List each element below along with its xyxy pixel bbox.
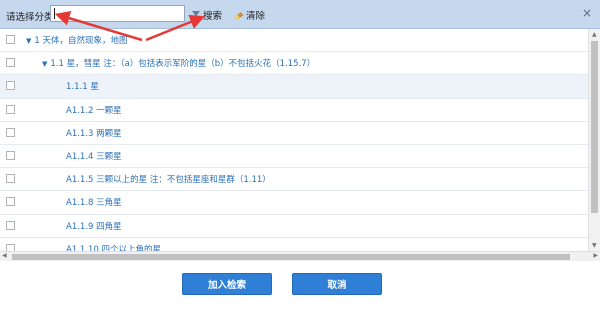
tree-node-label[interactable]: A1.1.4 三颗星 <box>66 150 122 162</box>
clear-button-label: 清除 <box>246 11 266 22</box>
row-checkbox[interactable] <box>6 174 15 184</box>
search-button-label: 搜索 <box>203 11 223 22</box>
scroll-down-icon[interactable]: ▼ <box>592 242 597 249</box>
row-checkbox[interactable] <box>6 243 15 251</box>
triangle-down-icon[interactable]: ▼ <box>26 37 31 45</box>
tree-node-text: 1 天体，自然现象，地图 <box>34 36 128 46</box>
category-tree: ▼ 1 天体，自然现象，地图 ▼ 1.1 星，彗星 注：（a）包括表示军阶的星（b）不… <box>0 29 588 251</box>
row-checkbox[interactable] <box>6 104 15 114</box>
filter-header: 请选择分类 搜索 清除 × <box>0 0 600 29</box>
row-checkbox[interactable] <box>6 150 15 160</box>
row-checkbox[interactable] <box>6 81 15 91</box>
category-search-input[interactable] <box>50 5 185 22</box>
search-button[interactable]: 搜索 <box>191 8 222 22</box>
tree-node-text: A1.1.4 三颗星 <box>66 151 122 162</box>
tree-node-text: A1.1.8 三角星 <box>66 198 122 209</box>
tree-node-text: A1.1.3 两颗星 <box>66 128 122 139</box>
tree-row[interactable]: A1.1.5 三颗以上的星 注：不包括星座和星群（1.11） <box>0 168 588 192</box>
row-checkbox[interactable] <box>6 35 15 44</box>
cancel-button[interactable]: 取消 <box>292 273 382 295</box>
tree-row[interactable]: A1.1.2 一颗星 <box>0 99 588 122</box>
tree-node-label[interactable]: A1.1.9 四角星 <box>66 220 122 232</box>
tree-node-text: 1.1.1 星 <box>66 82 99 93</box>
tree-row[interactable]: A1.1.10 四个以上角的星 <box>0 238 588 251</box>
funnel-icon <box>192 11 200 19</box>
tree-row[interactable]: ▼ 1.1 星，彗星 注：（a）包括表示军阶的星（b）不包括火花（1.15.7） <box>0 52 588 76</box>
tree-node-label[interactable]: A1.1.2 一颗星 <box>66 104 122 116</box>
tree-node-label[interactable]: ▼ 1 天体，自然现象，地图 <box>26 34 128 46</box>
tree-node-label[interactable]: A1.1.10 四个以上角的星 <box>66 243 161 251</box>
eraser-icon <box>234 12 244 20</box>
tree-row[interactable]: A1.1.9 四角星 <box>0 215 588 238</box>
tree-node-text: A1.1.9 四角星 <box>66 221 122 232</box>
close-icon[interactable]: × <box>582 6 592 20</box>
text-cursor <box>54 8 55 19</box>
vertical-scroll-thumb[interactable] <box>591 41 598 213</box>
scroll-left-icon[interactable]: ◀ <box>2 252 7 259</box>
horizontal-scroll-thumb[interactable] <box>12 254 570 260</box>
tree-node-label[interactable]: 1.1.1 星 <box>66 80 99 92</box>
row-checkbox[interactable] <box>6 220 15 230</box>
horizontal-scrollbar[interactable]: ◀ ▶ <box>0 251 600 261</box>
add-to-search-button[interactable]: 加入检索 <box>182 273 272 295</box>
tree-node-text: A1.1.5 三颗以上的星 注：不包括星座和星群（1.11） <box>66 175 271 186</box>
row-checkbox[interactable] <box>6 58 15 68</box>
tree-node-text: 1.1 星，彗星 注：（a）包括表示军阶的星（b）不包括火花（1.15.7） <box>50 59 316 70</box>
vertical-scrollbar[interactable]: ▲ ▼ <box>588 29 600 251</box>
clear-button[interactable]: 清除 <box>234 8 265 22</box>
triangle-down-icon[interactable]: ▼ <box>42 60 47 68</box>
tree-node-label[interactable]: A1.1.3 两颗星 <box>66 127 122 139</box>
tree-node-label[interactable]: ▼ 1.1 星，彗星 注：（a）包括表示军阶的星（b）不包括火花（1.15.7） <box>42 57 315 69</box>
tree-row[interactable]: A1.1.8 三角星 <box>0 191 588 215</box>
tree-row[interactable]: A1.1.3 两颗星 <box>0 122 588 145</box>
tree-node-label[interactable]: A1.1.5 三颗以上的星 注：不包括星座和星群（1.11） <box>66 173 271 185</box>
scroll-up-icon[interactable]: ▲ <box>592 31 597 38</box>
tree-row[interactable]: ▼ 1 天体，自然现象，地图 <box>0 29 588 53</box>
tree-node-text: A1.1.2 一颗星 <box>66 105 122 116</box>
tree-node-label[interactable]: A1.1.8 三角星 <box>66 196 122 208</box>
category-label: 请选择分类 <box>6 12 54 23</box>
tree-row[interactable]: 1.1.1 星 <box>0 75 588 99</box>
tree-row[interactable]: A1.1.4 三颗星 <box>0 145 588 169</box>
scroll-right-icon[interactable]: ▶ <box>593 252 598 259</box>
row-checkbox[interactable] <box>6 197 15 207</box>
row-checkbox[interactable] <box>6 127 15 137</box>
